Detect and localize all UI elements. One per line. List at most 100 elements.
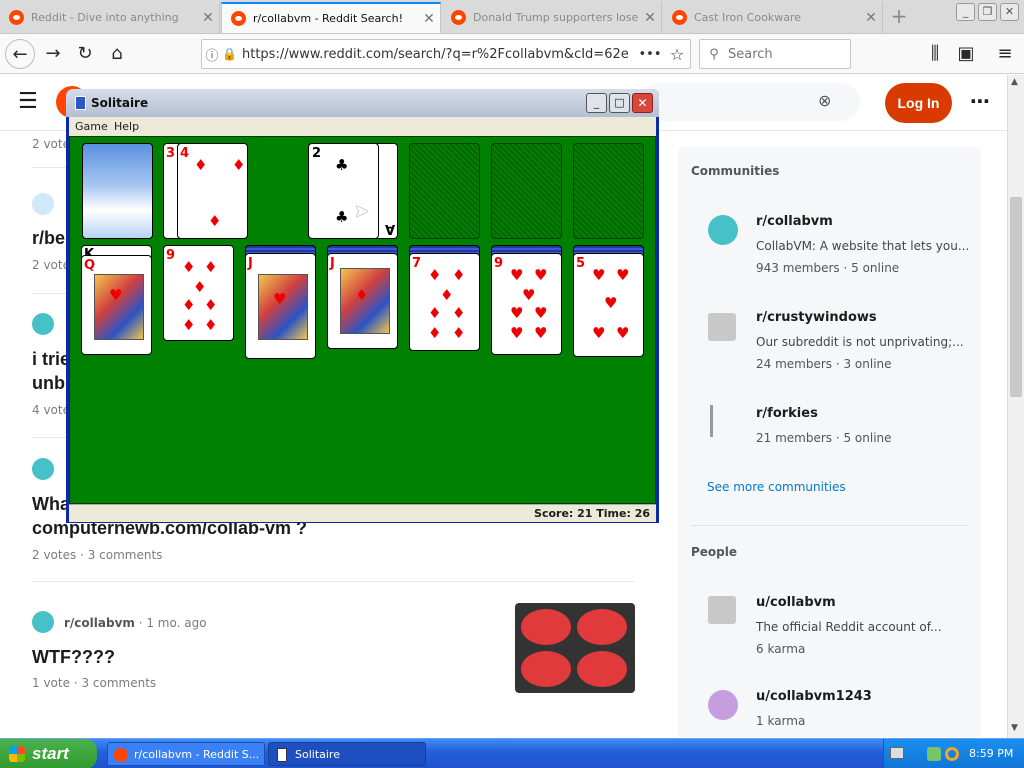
- post-meta: 2 votes · 3 comments: [32, 548, 163, 562]
- tab-reddit-home[interactable]: Reddit - Dive into anything ✕: [0, 2, 220, 33]
- subreddit-avatar[interactable]: [32, 611, 54, 633]
- home-icon[interactable]: ⌂: [102, 39, 132, 69]
- community-item[interactable]: r/crustywindows Our subreddit is not unp…: [756, 310, 964, 371]
- tableau-card[interactable]: J ♥: [245, 253, 316, 359]
- tableau-card[interactable]: 9 ♦ ♦ ♦ ♦ ♦ ♦ ♦: [163, 245, 234, 341]
- reddit-menu-icon[interactable]: ☰: [18, 91, 38, 113]
- search-tray-icon[interactable]: [945, 747, 959, 761]
- clock[interactable]: 8:59 PM: [969, 739, 1013, 768]
- community-name[interactable]: r/collabvm: [756, 214, 969, 229]
- community-avatar[interactable]: [710, 405, 732, 437]
- subreddit-avatar[interactable]: [32, 193, 54, 215]
- tab-reddit-search[interactable]: r/collabvm - Reddit Search! ✕: [221, 2, 441, 33]
- taskbar-button-browser[interactable]: r/collabvm - Reddit S...: [107, 742, 265, 766]
- scroll-up-icon[interactable]: ▲: [1011, 77, 1018, 87]
- reddit-search-box[interactable]: ⊗: [640, 83, 860, 121]
- see-more-communities-link[interactable]: See more communities: [707, 480, 846, 494]
- search-icon: ⚲: [709, 46, 719, 62]
- tab-trump-supporters[interactable]: Donald Trump supporters lose & ✕: [442, 2, 662, 33]
- foundation-slot[interactable]: [491, 143, 562, 239]
- start-label: start: [32, 744, 69, 763]
- library-icon[interactable]: ⫼: [920, 39, 950, 69]
- clear-search-icon[interactable]: ⊗: [818, 91, 831, 110]
- back-arrow-icon[interactable]: ←: [5, 39, 35, 69]
- close-tab-icon[interactable]: ✕: [639, 10, 661, 26]
- info-icon[interactable]: ⓘ: [202, 45, 222, 64]
- comment-count[interactable]: 3 comments: [88, 548, 163, 562]
- start-button[interactable]: start: [0, 739, 97, 768]
- foundation-slot[interactable]: [573, 143, 644, 239]
- user-name[interactable]: u/collabvm: [756, 595, 942, 610]
- vote-count: 1 vote: [32, 676, 70, 690]
- forward-arrow-icon[interactable]: →: [38, 39, 68, 69]
- menu-game[interactable]: Game: [75, 120, 108, 133]
- people-heading: People: [691, 545, 738, 559]
- close-tab-icon[interactable]: ✕: [418, 11, 440, 27]
- stock-pile[interactable]: [82, 143, 153, 239]
- subreddit-avatar[interactable]: [32, 313, 54, 335]
- restore-button[interactable]: ❐: [978, 3, 997, 21]
- community-avatar[interactable]: [708, 215, 738, 245]
- solitaire-title-bar[interactable]: Solitaire _ □ ✕: [66, 89, 659, 117]
- menu-hamburger-icon[interactable]: ≡: [990, 39, 1020, 69]
- tableau-card[interactable]: 9 ♥ ♥ ♥ ♥ ♥ ♥ ♥: [491, 253, 562, 355]
- communities-heading: Communities: [691, 164, 780, 178]
- scroll-down-icon[interactable]: ▼: [1011, 723, 1018, 733]
- windows-taskbar: start r/collabvm - Reddit S... Solitaire…: [0, 738, 1024, 768]
- user-karma: 6 karma: [756, 642, 806, 656]
- minimize-button[interactable]: _: [956, 3, 975, 21]
- tableau-card[interactable]: 5 ♥ ♥ ♥ ♥ ♥: [573, 253, 644, 357]
- menu-help[interactable]: Help: [114, 120, 139, 133]
- user-avatar[interactable]: [708, 690, 738, 720]
- subreddit-link[interactable]: r/collabvm: [64, 616, 135, 630]
- user-avatar[interactable]: [708, 596, 736, 624]
- tab-title: Reddit - Dive into anything: [31, 11, 179, 24]
- user-item[interactable]: u/collabvm The official Reddit account o…: [756, 595, 942, 656]
- vote-count: 2 votes: [32, 548, 77, 562]
- page-scrollbar[interactable]: ▲ ▼: [1007, 75, 1024, 738]
- network-icon[interactable]: [927, 747, 941, 761]
- url-text[interactable]: https://www.reddit.com/search/?q=r%2Fcol…: [238, 47, 636, 62]
- foundation-card[interactable]: 2 ♣ ♣: [308, 143, 379, 239]
- reload-icon[interactable]: ↻: [70, 39, 100, 69]
- user-name[interactable]: u/collabvm1243: [756, 689, 872, 704]
- minimize-button[interactable]: _: [586, 93, 607, 113]
- taskbar-button-label: r/collabvm - Reddit S...: [134, 748, 260, 761]
- reddit-favicon-icon: [231, 11, 246, 26]
- solitaire-window[interactable]: Solitaire _ □ ✕ Game Help 3 4 ♦ ♦ ♦ A 2 …: [66, 89, 659, 523]
- more-options-icon[interactable]: ⋯: [970, 89, 990, 113]
- tableau-card[interactable]: 7 ♦ ♦ ♦ ♦ ♦ ♦ ♦: [409, 253, 480, 351]
- waste-card[interactable]: 4 ♦ ♦ ♦: [177, 143, 248, 239]
- sidebar-icon[interactable]: ▣: [951, 39, 981, 69]
- tab-cast-iron[interactable]: Cast Iron Cookware ✕: [663, 2, 883, 33]
- community-name[interactable]: r/crustywindows: [756, 310, 964, 325]
- keyboard-icon[interactable]: [890, 747, 904, 759]
- community-item[interactable]: r/collabvm CollabVM: A website that lets…: [756, 214, 969, 275]
- maximize-button[interactable]: □: [609, 93, 630, 113]
- post-thumbnail[interactable]: [515, 603, 635, 693]
- queen-face-picture: [94, 274, 144, 340]
- taskbar-button-solitaire[interactable]: Solitaire: [268, 742, 426, 766]
- comment-count[interactable]: 3 comments: [81, 676, 156, 690]
- user-karma: 1 karma: [756, 714, 806, 728]
- new-tab-button[interactable]: +: [886, 5, 912, 29]
- subreddit-avatar[interactable]: [32, 458, 54, 480]
- community-avatar[interactable]: [708, 313, 736, 341]
- close-tab-icon[interactable]: ✕: [197, 10, 219, 26]
- close-tab-icon[interactable]: ✕: [860, 10, 882, 26]
- login-button[interactable]: Log In: [885, 83, 952, 123]
- search-bar[interactable]: ⚲ Search: [699, 39, 851, 69]
- url-bar[interactable]: ⓘ 🔒 https://www.reddit.com/search/?q=r%2…: [201, 39, 691, 69]
- user-item[interactable]: u/collabvm1243 1 karma: [756, 689, 872, 728]
- close-window-button[interactable]: ✕: [1000, 3, 1019, 21]
- scrollbar-thumb[interactable]: [1010, 197, 1022, 397]
- close-button[interactable]: ✕: [632, 93, 653, 113]
- community-name[interactable]: r/forkies: [756, 406, 892, 421]
- bookmark-star-icon[interactable]: ☆: [664, 45, 690, 64]
- solitaire-status-bar: Score: 21 Time: 26: [69, 504, 656, 522]
- community-item[interactable]: r/forkies 21 members · 5 online: [756, 406, 892, 445]
- page-actions-icon[interactable]: •••: [636, 47, 664, 62]
- tableau-card[interactable]: J ♦: [327, 253, 398, 349]
- tableau-card[interactable]: Q ♥: [81, 255, 152, 355]
- foundation-slot[interactable]: [409, 143, 480, 239]
